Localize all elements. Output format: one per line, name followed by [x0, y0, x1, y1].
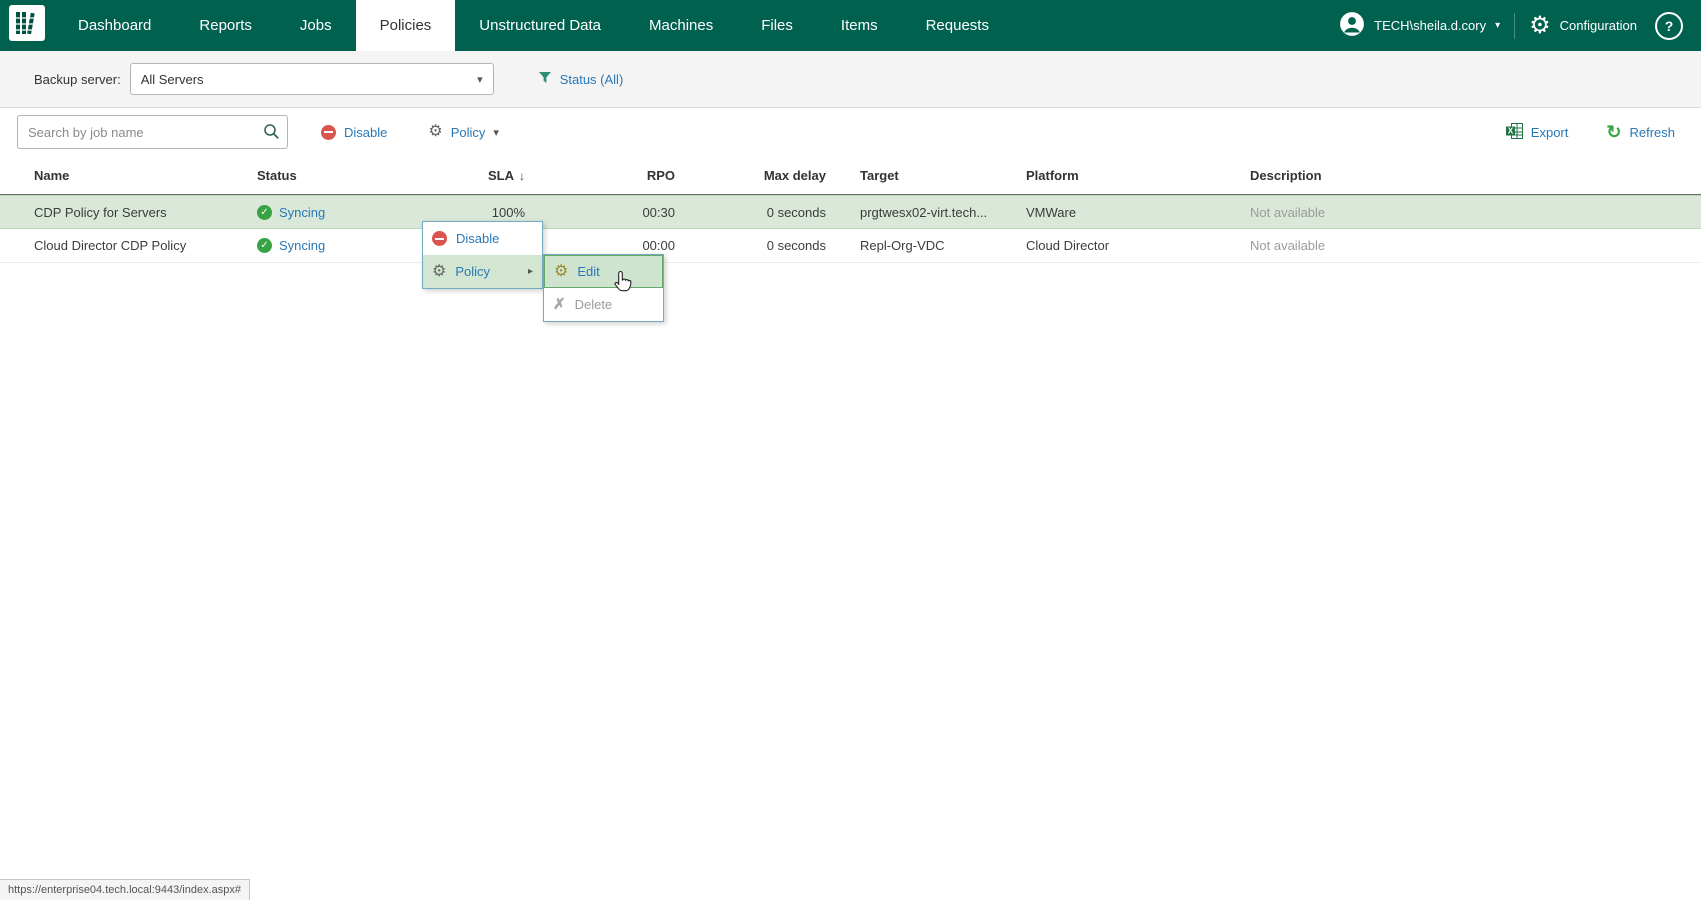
no-entry-icon — [321, 124, 336, 140]
tab-files[interactable]: Files — [737, 0, 817, 51]
max-delay-value: 0 seconds — [766, 238, 826, 253]
tab-machines[interactable]: Machines — [625, 0, 737, 51]
tab-requests[interactable]: Requests — [902, 0, 1013, 51]
filter-bar: Backup server: All Servers ▾ Status (All… — [0, 51, 1701, 108]
policy-menu-button[interactable]: ⚙ Policy ▾ — [428, 124, 499, 140]
export-button[interactable]: X Export — [1505, 122, 1569, 142]
funnel-icon — [538, 71, 552, 87]
configuration-button[interactable]: ⚙ Configuration — [1529, 11, 1637, 39]
status-link[interactable]: Syncing — [279, 205, 325, 220]
configuration-label: Configuration — [1559, 18, 1637, 33]
search-box — [17, 115, 288, 149]
menu-item-label: Policy — [455, 264, 491, 279]
help-button[interactable]: ? — [1655, 11, 1683, 40]
rpo-value: 00:30 — [642, 204, 675, 220]
refresh-button[interactable]: ↻ Refresh — [1606, 123, 1675, 142]
policies-table: Name Status SLA ↓ RPO Max delay Target Pl… — [0, 156, 1701, 263]
chevron-down-icon: ▾ — [493, 126, 499, 139]
excel-export-icon: X — [1505, 122, 1523, 142]
tab-dashboard[interactable]: Dashboard — [54, 0, 175, 51]
column-header-target[interactable]: Target — [826, 168, 1026, 183]
top-navigation: Dashboard Reports Jobs Policies Unstruct… — [0, 0, 1701, 51]
x-icon: ✗ — [553, 296, 566, 313]
chevron-down-icon: ▾ — [1495, 20, 1501, 31]
svg-text:X: X — [1508, 126, 1514, 135]
column-header-description[interactable]: Description — [1250, 168, 1701, 183]
column-header-status[interactable]: Status — [257, 168, 407, 183]
column-header-platform[interactable]: Platform — [1026, 168, 1250, 183]
user-avatar-icon — [1339, 11, 1365, 40]
status-filter[interactable]: Status (All) — [538, 71, 624, 87]
export-label: Export — [1530, 124, 1569, 140]
context-submenu: ⚙ Edit ✗ Delete — [543, 254, 664, 322]
rpo-value: 00:00 — [642, 238, 675, 253]
user-name: TECH\sheila.d.cory — [1374, 18, 1487, 33]
table-header: Name Status SLA ↓ RPO Max delay Target Pl… — [0, 156, 1701, 195]
menu-item-policy[interactable]: ⚙ Policy ▸ — [423, 255, 542, 288]
menu-item-delete: ✗ Delete — [544, 288, 663, 321]
search-icon[interactable] — [263, 123, 280, 145]
menu-item-label: Delete — [574, 297, 613, 312]
tab-reports[interactable]: Reports — [175, 0, 276, 51]
gear-icon: ⚙ — [1529, 11, 1551, 39]
main-tabs: Dashboard Reports Jobs Policies Unstruct… — [54, 0, 1013, 51]
disable-button[interactable]: Disable — [321, 124, 388, 140]
backup-server-select[interactable]: All Servers ▾ — [129, 63, 494, 95]
app-logo[interactable] — [0, 0, 54, 51]
submenu-arrow-icon: ▸ — [527, 266, 533, 277]
menu-item-disable[interactable]: Disable — [423, 222, 542, 255]
user-menu[interactable]: TECH\sheila.d.cory ▾ — [1339, 11, 1500, 40]
mouse-cursor — [612, 270, 634, 301]
tab-unstructured-data[interactable]: Unstructured Data — [455, 0, 625, 51]
tab-items[interactable]: Items — [817, 0, 902, 51]
tab-policies[interactable]: Policies — [355, 0, 456, 51]
menu-item-label: Edit — [577, 264, 600, 279]
check-circle-icon: ✓ — [257, 238, 272, 253]
refresh-icon: ↻ — [1606, 122, 1622, 142]
target-value: prgtwesx02-virt.tech... — [860, 204, 988, 220]
gear-icon: ⚙ — [554, 262, 569, 280]
divider — [1514, 12, 1516, 39]
target-value: Repl-Org-VDC — [860, 238, 945, 253]
context-menu: Disable ⚙ Policy ▸ — [422, 221, 543, 289]
backup-server-value: All Servers — [140, 71, 204, 87]
check-circle-icon: ✓ — [257, 204, 272, 220]
chevron-down-icon: ▾ — [477, 73, 483, 86]
platform-value: Cloud Director — [1026, 238, 1110, 253]
tab-jobs[interactable]: Jobs — [276, 0, 356, 51]
column-header-rpo[interactable]: RPO — [525, 168, 675, 183]
max-delay-value: 0 seconds — [766, 204, 826, 220]
column-header-sla[interactable]: SLA ↓ — [407, 168, 525, 183]
status-filter-label: Status (All) — [559, 71, 624, 87]
column-header-max-delay[interactable]: Max delay — [675, 168, 826, 183]
description-value: Not available — [1250, 204, 1326, 220]
disable-label: Disable — [344, 124, 388, 140]
toolbar: Disable ⚙ Policy ▾ X Export ↻ Refre — [0, 108, 1701, 156]
sla-value: 100% — [491, 204, 525, 220]
app-logo-icon — [9, 5, 45, 46]
search-input[interactable] — [17, 115, 288, 149]
gear-icon: ⚙ — [432, 262, 447, 280]
refresh-label: Refresh — [1629, 124, 1675, 140]
policy-name: Cloud Director CDP Policy — [34, 238, 187, 253]
gear-icon: ⚙ — [428, 123, 443, 140]
backup-server-label: Backup server: — [34, 71, 121, 87]
column-header-name[interactable]: Name — [34, 168, 257, 183]
menu-item-edit[interactable]: ⚙ Edit — [544, 255, 663, 288]
table-row[interactable]: CDP Policy for Servers ✓ Syncing 100% 00… — [0, 195, 1701, 229]
status-url: https://enterprise04.tech.local:9443/ind… — [0, 879, 250, 900]
status-link[interactable]: Syncing — [279, 238, 325, 253]
policy-label: Policy — [450, 124, 486, 140]
help-label: ? — [1664, 17, 1674, 34]
no-entry-icon — [432, 231, 447, 246]
menu-item-label: Disable — [456, 231, 500, 246]
policy-name: CDP Policy for Servers — [34, 204, 167, 220]
table-row[interactable]: Cloud Director CDP Policy ✓ Syncing 00:0… — [0, 229, 1701, 263]
platform-value: VMWare — [1026, 204, 1077, 220]
description-value: Not available — [1250, 238, 1326, 253]
